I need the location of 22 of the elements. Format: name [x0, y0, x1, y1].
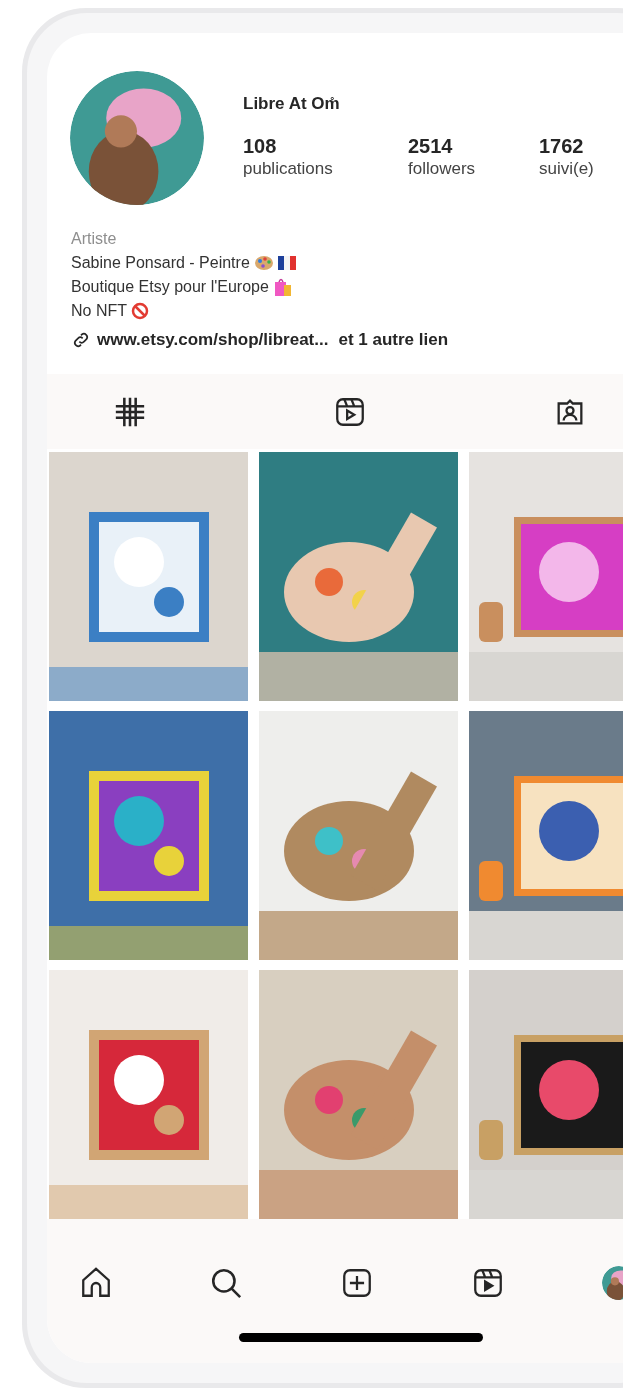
- stat-count: 1762: [539, 134, 585, 157]
- stat-label: suivi(e): [539, 157, 594, 180]
- add-post-icon[interactable]: [340, 1266, 374, 1300]
- shopping-bags-icon: [272, 277, 293, 297]
- palette-icon: [253, 255, 274, 271]
- stat-count: 2514: [408, 134, 454, 157]
- stat-label: followers: [408, 157, 477, 180]
- profile-category: Artiste: [71, 229, 118, 249]
- stat-count: 108: [243, 134, 278, 157]
- bio-line: Boutique Etsy pour l'Europe: [71, 277, 269, 297]
- link-icon: [71, 330, 91, 350]
- more-links[interactable]: et 1 autre lien: [338, 328, 449, 352]
- profile-name: Libre At Om̊: [243, 93, 341, 115]
- stat-label: publications: [243, 157, 334, 180]
- reels-icon[interactable]: [471, 1266, 505, 1300]
- search-icon[interactable]: [209, 1266, 243, 1300]
- home-icon[interactable]: [79, 1266, 113, 1300]
- flag-icon: [277, 256, 296, 270]
- bio-line: Sabine Ponsard - Peintre: [71, 253, 250, 273]
- profile-link[interactable]: www.etsy.com/shop/libreat...: [97, 328, 329, 352]
- bio-line: No NFT: [71, 301, 127, 321]
- prohibited-icon: [131, 302, 149, 320]
